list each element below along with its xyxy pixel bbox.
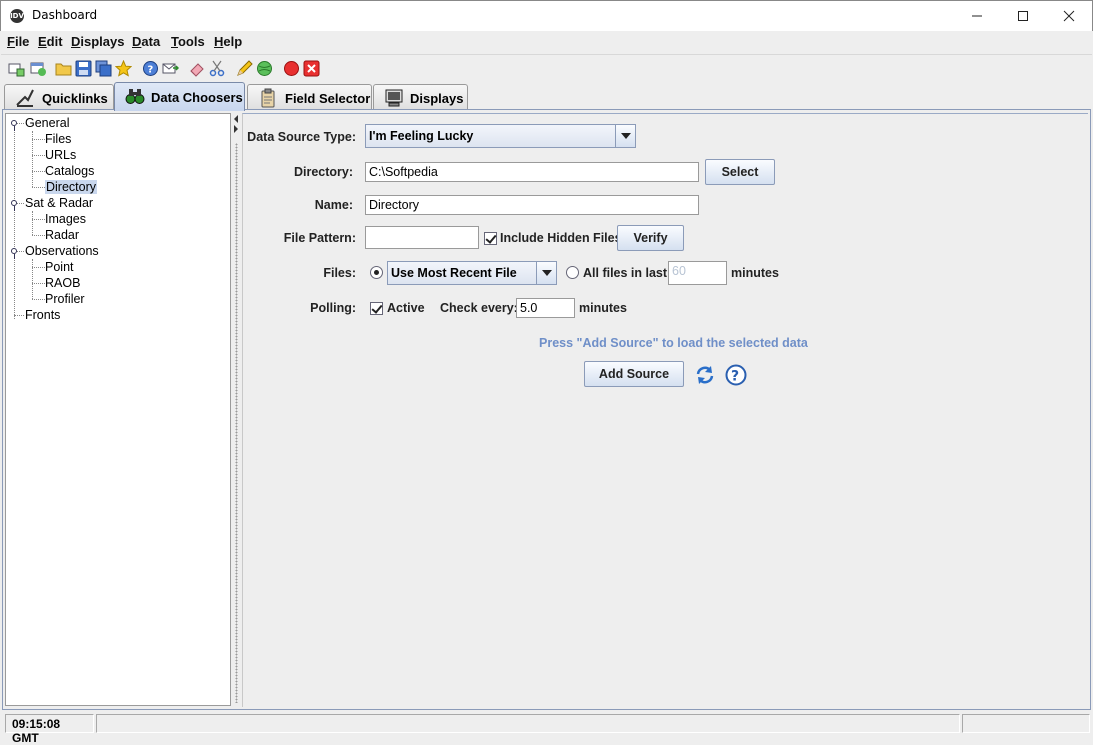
globe-icon[interactable] xyxy=(256,60,273,77)
polling-active-label: Active xyxy=(387,301,425,315)
files-label: Files: xyxy=(323,266,356,280)
menu-tools[interactable]: Tools xyxy=(171,34,205,49)
files-mode-select[interactable]: Use Most Recent File xyxy=(387,261,557,285)
help-icon[interactable]: ? xyxy=(725,364,747,386)
maximize-button[interactable] xyxy=(1000,1,1046,31)
cut-icon[interactable] xyxy=(209,60,226,77)
name-field[interactable]: Directory xyxy=(365,195,699,215)
status-bar: 09:15:08 GMT xyxy=(1,711,1092,745)
minimize-button[interactable] xyxy=(954,1,1000,31)
monitor-icon xyxy=(385,89,403,107)
directory-chooser-panel: Data Source Type: I'm Feeling Lucky Dire… xyxy=(242,113,1088,707)
status-time: 09:15:08 GMT xyxy=(5,714,94,745)
idv-logo-icon: IDV xyxy=(10,9,24,23)
tree-item-files[interactable]: Files xyxy=(45,132,71,147)
splitter-grip xyxy=(235,143,238,703)
tree-item-point[interactable]: Point xyxy=(45,260,74,275)
verify-button[interactable]: Verify xyxy=(617,225,684,251)
quicklinks-icon xyxy=(16,89,34,107)
close-window-button[interactable] xyxy=(1046,1,1092,31)
pencil-icon[interactable] xyxy=(236,60,253,77)
tree-group-sat-radar[interactable]: Sat & Radar xyxy=(25,196,93,211)
directory-field[interactable]: C:\Softpedia xyxy=(365,162,699,182)
svg-text:?: ? xyxy=(148,65,154,76)
check-every-label: Check every: xyxy=(440,301,518,315)
status-message xyxy=(96,714,960,733)
tree-group-fronts[interactable]: Fronts xyxy=(25,308,60,323)
tab-quicklinks[interactable]: Quicklinks xyxy=(4,84,114,110)
close-icon[interactable] xyxy=(303,60,320,77)
chevron-down-icon xyxy=(615,125,635,147)
export-icon[interactable] xyxy=(162,60,179,77)
eraser-icon[interactable] xyxy=(189,60,206,77)
binoculars-icon xyxy=(125,89,145,104)
stop-icon[interactable] xyxy=(283,60,300,77)
split-pane-divider[interactable] xyxy=(231,113,241,708)
refresh-icon[interactable] xyxy=(694,364,716,386)
add-window-icon[interactable] xyxy=(30,60,47,77)
tree-item-directory[interactable]: Directory xyxy=(45,180,98,195)
tree-item-images[interactable]: Images xyxy=(45,212,86,227)
menu-bar: File Edit Displays Data Tools Help xyxy=(1,31,1092,52)
data-source-type-select[interactable]: I'm Feeling Lucky xyxy=(365,124,636,148)
clipboard-icon xyxy=(261,88,275,108)
check-every-unit: minutes xyxy=(579,301,627,315)
add-source-hint: Press "Add Source" to load the selected … xyxy=(539,336,808,350)
all-files-label: All files in last: xyxy=(583,266,672,280)
include-hidden-label: Include Hidden Files xyxy=(500,231,622,245)
menu-file[interactable]: File xyxy=(7,34,29,49)
menu-edit[interactable]: Edit xyxy=(38,34,63,49)
save-icon[interactable] xyxy=(75,60,92,77)
file-pattern-field[interactable] xyxy=(365,226,479,249)
polling-label: Polling: xyxy=(310,301,356,315)
menu-displays[interactable]: Displays xyxy=(71,34,124,49)
toolbar: ? xyxy=(1,54,1092,81)
collapse-left-icon[interactable] xyxy=(232,113,240,133)
tree-item-radar[interactable]: Radar xyxy=(45,228,79,243)
tree-group-observations[interactable]: Observations xyxy=(25,244,99,259)
tab-field-selector[interactable]: Field Selector xyxy=(247,84,372,110)
data-source-type-label: Data Source Type: xyxy=(247,130,356,144)
minutes-label: minutes xyxy=(731,266,779,280)
file-pattern-label: File Pattern: xyxy=(283,231,356,245)
new-window-icon[interactable] xyxy=(8,60,25,77)
main-tabs: Quicklinks Data Choosers Field Selector … xyxy=(1,82,1092,111)
minimize-icon xyxy=(972,15,982,17)
tree-item-catalogs[interactable]: Catalogs xyxy=(45,164,94,179)
select-button[interactable]: Select xyxy=(705,159,775,185)
polling-active-checkbox[interactable] xyxy=(370,302,383,315)
chevron-down-icon xyxy=(536,262,556,284)
close-icon xyxy=(1063,10,1075,22)
tree-item-raob[interactable]: RAOB xyxy=(45,276,80,291)
svg-text:?: ? xyxy=(731,369,739,385)
menu-help[interactable]: Help xyxy=(214,34,242,49)
favorite-star-icon[interactable] xyxy=(115,60,132,77)
tab-data-choosers[interactable]: Data Choosers xyxy=(114,82,245,111)
tree-group-general[interactable]: General xyxy=(25,116,69,131)
include-hidden-checkbox[interactable] xyxy=(484,232,497,245)
all-files-minutes-field[interactable]: 60 xyxy=(668,261,727,285)
use-most-recent-radio[interactable] xyxy=(370,266,383,279)
tree-item-profiler[interactable]: Profiler xyxy=(45,292,85,307)
title-bar: IDV Dashboard xyxy=(0,0,1093,31)
name-label: Name: xyxy=(314,198,353,212)
directory-label: Directory: xyxy=(293,165,353,179)
check-every-field[interactable]: 5.0 xyxy=(516,298,575,318)
open-folder-icon[interactable] xyxy=(55,60,72,77)
add-source-button[interactable]: Add Source xyxy=(584,361,684,387)
maximize-icon xyxy=(1018,11,1028,21)
help-icon[interactable]: ? xyxy=(142,60,159,77)
status-extra xyxy=(962,714,1090,733)
tree-item-urls[interactable]: URLs xyxy=(45,148,76,163)
menu-data[interactable]: Data xyxy=(132,34,160,49)
chooser-tree: General Files URLs Catalogs Directory Sa… xyxy=(5,113,231,706)
tab-displays[interactable]: Displays xyxy=(373,84,468,110)
window-title: Dashboard xyxy=(32,8,98,22)
all-files-radio[interactable] xyxy=(566,266,579,279)
save-as-icon[interactable] xyxy=(95,60,112,77)
